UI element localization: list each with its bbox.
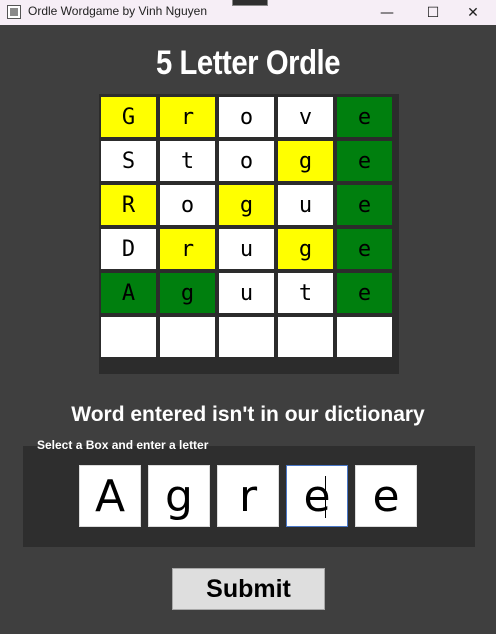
board-cell: S bbox=[101, 141, 156, 181]
letter-input-value: A bbox=[94, 470, 126, 522]
board-row: Grove bbox=[99, 97, 399, 137]
guess-board: GroveStogeRogueDrugeAgute bbox=[99, 94, 399, 374]
board-cell bbox=[278, 317, 333, 357]
board-cell: v bbox=[278, 97, 333, 137]
board-cell: e bbox=[337, 97, 392, 137]
board-cell: t bbox=[278, 273, 333, 313]
title-bar-marker bbox=[232, 0, 268, 6]
board-cell: u bbox=[219, 229, 274, 269]
minimize-button[interactable]: — bbox=[364, 0, 410, 25]
board-cell: G bbox=[101, 97, 156, 137]
board-cell: e bbox=[337, 185, 392, 225]
board-cell: e bbox=[337, 229, 392, 269]
board-cell: t bbox=[160, 141, 215, 181]
board-cell: o bbox=[219, 141, 274, 181]
board-cell: o bbox=[160, 185, 215, 225]
board-cell: e bbox=[337, 141, 392, 181]
board-cell: o bbox=[219, 97, 274, 137]
letter-input-4[interactable]: e bbox=[286, 465, 348, 527]
board-cell: r bbox=[160, 229, 215, 269]
board-cell: g bbox=[278, 141, 333, 181]
board-cell: e bbox=[337, 273, 392, 313]
game-title: 5 Letter Ordle bbox=[155, 44, 341, 82]
board-cell: r bbox=[160, 97, 215, 137]
board-cell: u bbox=[278, 185, 333, 225]
entry-caption: Select a Box and enter a letter bbox=[37, 438, 209, 452]
letter-input-5[interactable]: e bbox=[355, 465, 417, 527]
letter-entry-panel: Select a Box and enter a letter Agree bbox=[23, 438, 475, 547]
letter-input-value: e bbox=[372, 470, 400, 522]
board-row bbox=[99, 317, 399, 357]
board-cell: A bbox=[101, 273, 156, 313]
board-cell: u bbox=[219, 273, 274, 313]
board-cell bbox=[101, 317, 156, 357]
board-cell: g bbox=[160, 273, 215, 313]
board-row: Druge bbox=[99, 229, 399, 269]
board-cell: g bbox=[219, 185, 274, 225]
letter-input-2[interactable]: g bbox=[148, 465, 210, 527]
board-cell: D bbox=[101, 229, 156, 269]
letter-input-value: e bbox=[303, 470, 331, 522]
window-title: Ordle Wordgame by Vinh Nguyen bbox=[28, 4, 207, 18]
board-cell: R bbox=[101, 185, 156, 225]
submit-button[interactable]: Submit bbox=[172, 568, 325, 610]
letter-input-3[interactable]: r bbox=[217, 465, 279, 527]
letter-input-value: r bbox=[238, 470, 258, 522]
board-row: Rogue bbox=[99, 185, 399, 225]
board-cell bbox=[160, 317, 215, 357]
board-cell bbox=[219, 317, 274, 357]
board-cell: g bbox=[278, 229, 333, 269]
board-row: Stoge bbox=[99, 141, 399, 181]
board-row: Agute bbox=[99, 273, 399, 313]
status-message: Word entered isn't in our dictionary bbox=[71, 403, 425, 426]
title-bar: Ordle Wordgame by Vinh Nguyen — ☐ ✕ bbox=[0, 0, 496, 25]
letter-input-1[interactable]: A bbox=[79, 465, 141, 527]
app-icon bbox=[7, 5, 21, 19]
close-button[interactable]: ✕ bbox=[450, 0, 496, 25]
letter-input-value: g bbox=[165, 470, 193, 522]
board-cell bbox=[337, 317, 392, 357]
text-caret bbox=[325, 476, 326, 518]
